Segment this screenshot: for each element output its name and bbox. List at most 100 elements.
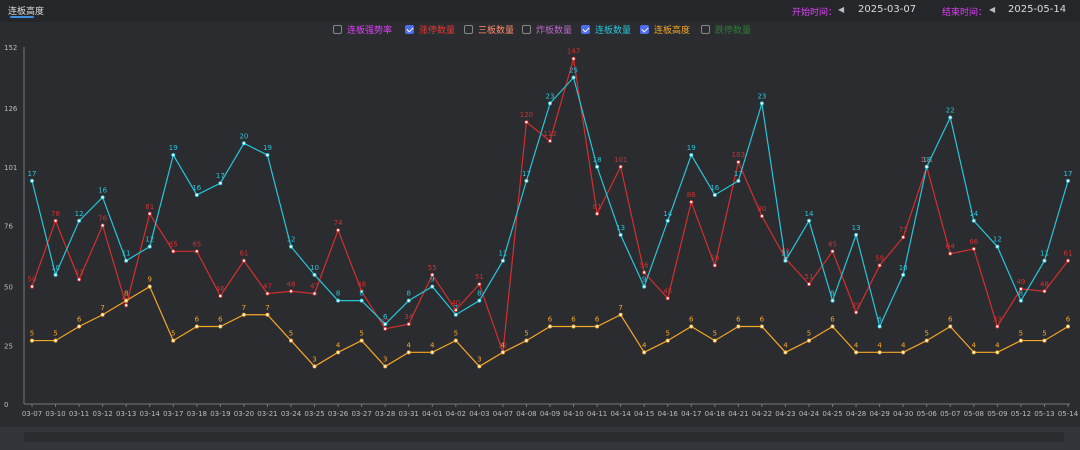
data-label: 10 [310,264,319,272]
data-label: 4 [430,341,435,349]
data-point [595,164,600,169]
data-point [571,75,576,80]
data-label: 10 [899,264,908,272]
data-label: 65 [828,240,837,248]
data-point [383,322,388,327]
data-point [430,284,435,289]
data-point [712,338,717,343]
data-point [29,284,34,289]
data-point [265,312,270,317]
data-point [948,115,953,120]
data-label: 7 [100,304,104,312]
data-point [100,223,105,228]
data-label: 33 [993,315,1002,323]
x-tick-label: 04-28 [846,410,866,418]
data-point [807,218,812,223]
data-label: 3 [477,355,481,363]
data-label: 13 [616,224,625,232]
y-tick-label: 0 [4,401,8,409]
data-point [901,350,906,355]
data-label: 4 [972,341,977,349]
x-tick-label: 04-24 [799,410,820,418]
data-point [1066,258,1071,263]
data-point [100,312,105,317]
data-label: 16 [192,184,201,192]
data-label: 6 [948,315,953,323]
data-point [665,296,670,301]
data-point [312,364,317,369]
data-label: 5 [289,330,293,338]
data-label: 11 [122,250,131,258]
data-point [406,350,411,355]
data-label: 10 [51,264,60,272]
data-label: 19 [263,144,272,152]
data-point [901,272,906,277]
data-point [383,326,388,331]
data-label: 6 [1066,315,1071,323]
data-label: 147 [567,48,580,56]
x-tick-label: 04-22 [752,410,772,418]
data-point [406,322,411,327]
x-tick-label: 04-21 [728,410,748,418]
data-point [854,350,859,355]
x-tick-label: 05-09 [987,410,1007,418]
data-point [807,338,812,343]
data-label: 5 [359,330,363,338]
data-label: 7 [242,304,246,312]
data-point [948,251,953,256]
data-label: 14 [969,210,978,218]
data-point [689,200,694,205]
data-label: 20 [239,132,248,140]
data-point [524,178,529,183]
data-point [359,298,364,303]
data-point [77,324,82,329]
data-point [406,298,411,303]
data-label: 23 [757,92,766,100]
data-point [265,153,270,158]
data-point [618,164,623,169]
data-label: 16 [98,186,107,194]
data-label: 17 [522,170,531,178]
data-label: 46 [216,285,225,293]
x-tick-label: 04-23 [775,410,795,418]
x-tick-label: 03-24 [281,410,302,418]
data-point [618,312,623,317]
x-tick-label: 04-11 [587,410,607,418]
x-tick-label: 05-08 [964,410,984,418]
data-label: 5 [454,330,458,338]
data-label: 45 [663,287,672,295]
data-label: 9 [642,276,646,284]
data-label: 18 [922,156,931,164]
data-label: 7 [265,304,269,312]
x-tick-label: 03-26 [328,410,349,418]
data-point [1018,298,1023,303]
data-point [854,310,859,315]
data-label: 7 [618,304,622,312]
x-tick-label: 03-13 [116,410,136,418]
data-point [665,218,670,223]
data-point [77,218,82,223]
data-label: 66 [969,238,978,246]
data-label: 4 [642,341,647,349]
data-label: 48 [1040,280,1049,288]
data-point [971,218,976,223]
data-point [194,192,199,197]
x-tick-label: 05-07 [940,410,960,418]
data-point [1066,324,1071,329]
data-label: 61 [1064,250,1073,258]
data-label: 4 [336,341,341,349]
data-label: 17 [1064,170,1073,178]
data-point [147,284,152,289]
data-label: 6 [571,315,576,323]
data-point [995,350,1000,355]
x-tick-label: 03-21 [257,410,277,418]
data-label: 6 [830,315,835,323]
data-label: 5 [1042,330,1046,338]
data-point [995,244,1000,249]
data-point [548,138,553,143]
data-label: 13 [852,224,861,232]
data-label: 11 [781,250,790,258]
zoom-slider-window[interactable] [24,432,1064,442]
data-label: 5 [807,330,811,338]
x-tick-label: 03-31 [399,410,419,418]
